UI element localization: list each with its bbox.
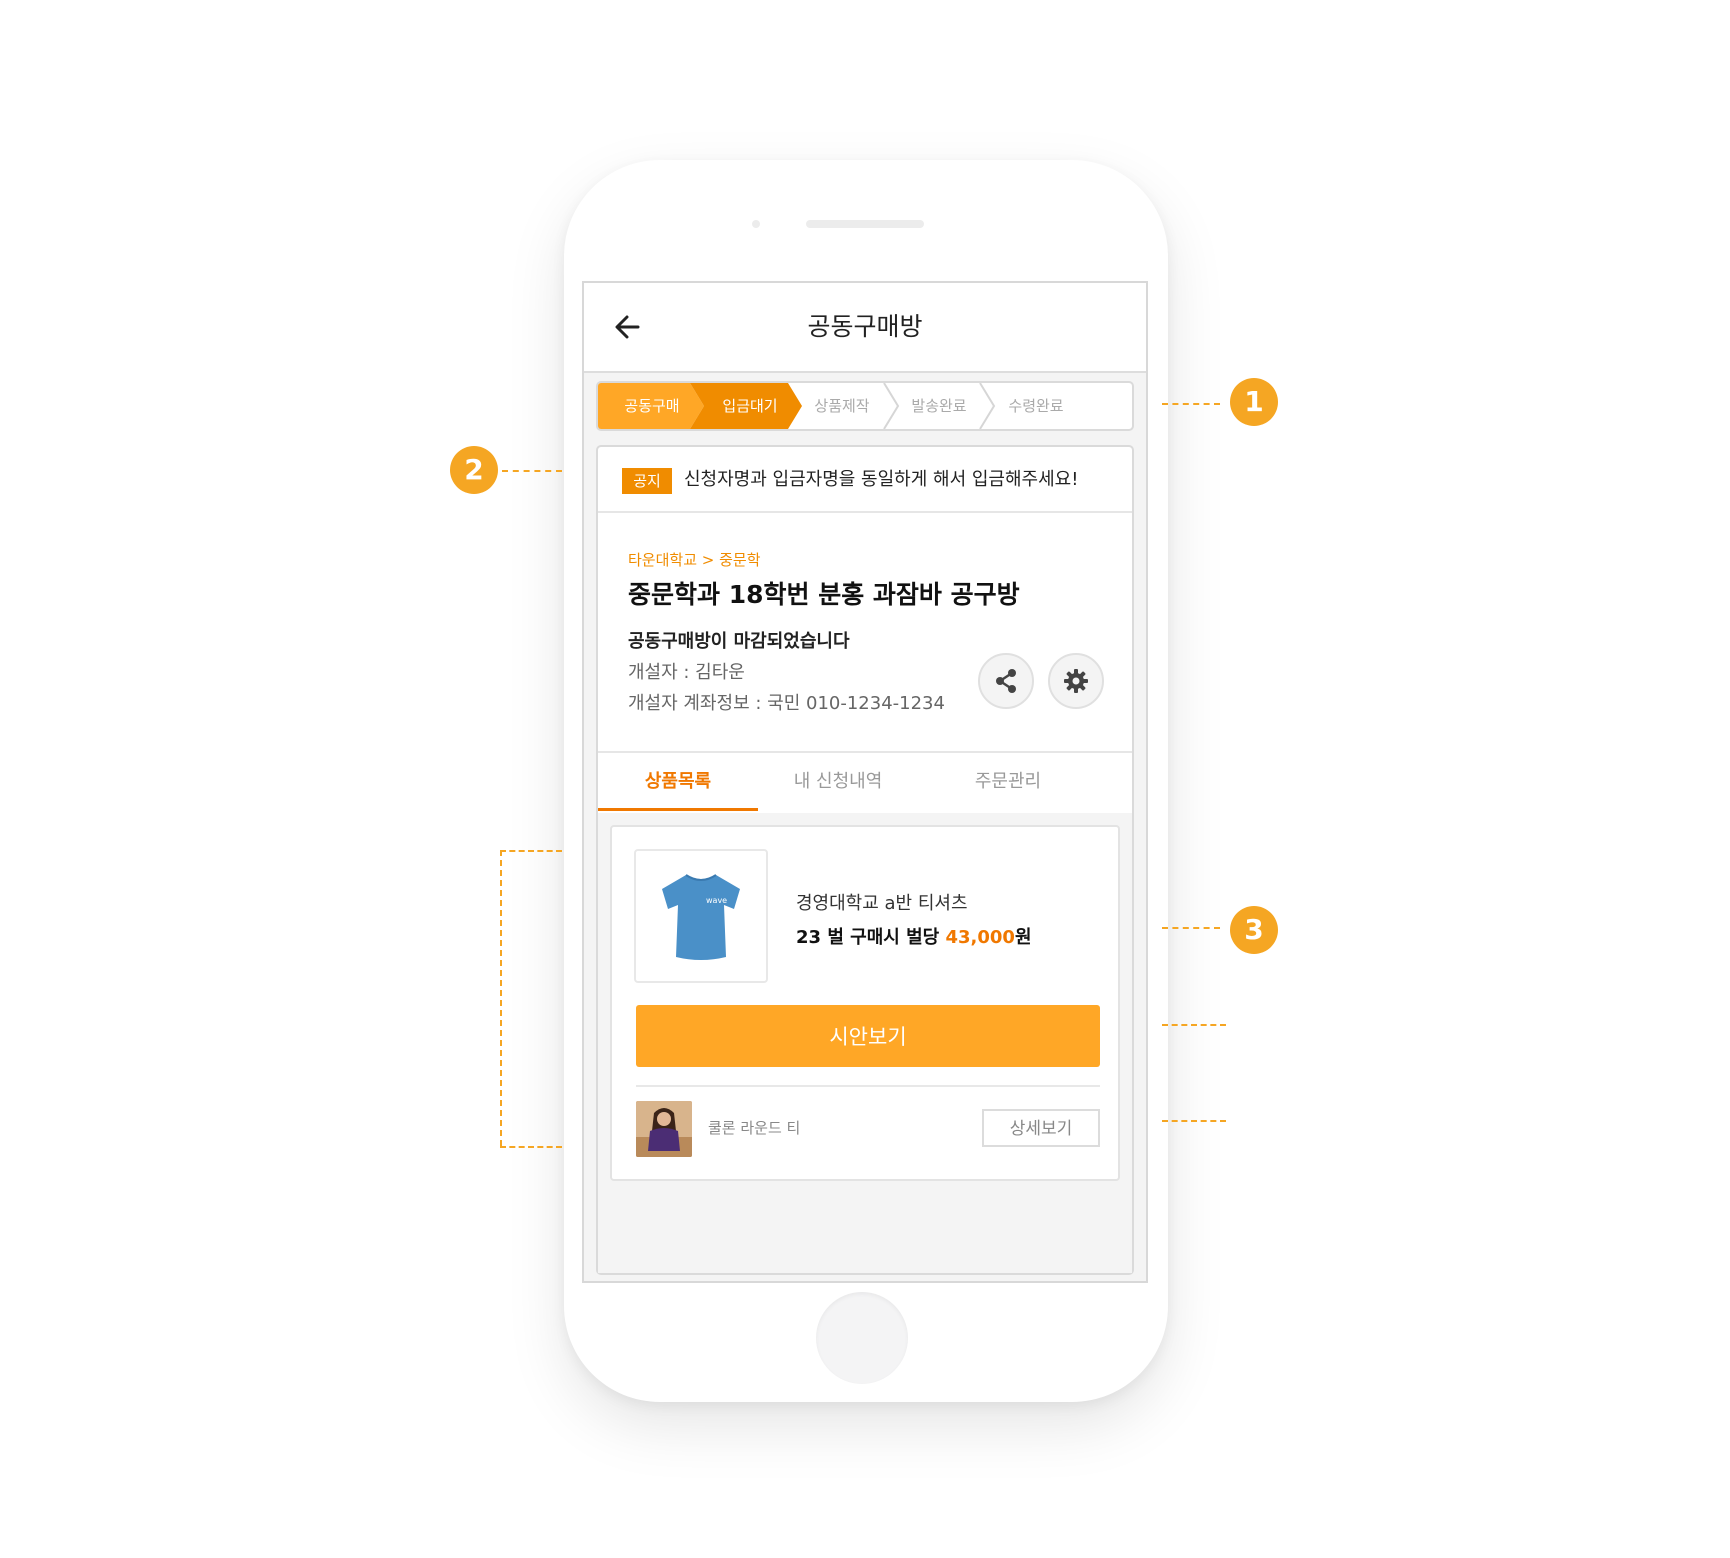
- product-thumbnail[interactable]: wave: [634, 849, 768, 983]
- divider: [636, 1085, 1100, 1087]
- progress-steps: 공동구매 입금대기 상품제작 발송완료 수령완료: [596, 381, 1134, 431]
- step-1-label: 공동구매: [624, 397, 680, 415]
- phone-camera: [752, 220, 760, 228]
- app-screen: 공동구매방 공동구매 입금대기 상품제작 발송완료 수령완료 공지 신청자명과 …: [582, 281, 1148, 1283]
- view-draft-button[interactable]: 시안보기: [636, 1005, 1100, 1067]
- room-status: 공동구매방이 마감되었습니다: [628, 631, 850, 652]
- product-name: 경영대학교 a반 티셔츠: [796, 893, 968, 914]
- annotation-line-3: [1162, 927, 1220, 929]
- breadcrumb[interactable]: 타운대학교 > 중문학: [628, 549, 761, 570]
- notice-bar: 공지 신청자명과 입금자명을 동일하게 해서 입금해주세요!: [598, 447, 1132, 513]
- gear-icon: [1064, 669, 1088, 693]
- product-list: wave 경영대학교 a반 티셔츠 23 벌 구매시 벌당 43,000원 시안…: [598, 813, 1132, 1273]
- tab-product-list[interactable]: 상품목록: [598, 753, 758, 811]
- sub-item-name: 쿨론 라운드 티: [708, 1119, 801, 1137]
- sub-item-thumbnail: [636, 1101, 692, 1157]
- tab-my-requests[interactable]: 내 신청내역: [758, 753, 918, 811]
- step-3-label: 상품제작: [814, 397, 870, 415]
- annotation-marker-3: 3: [1230, 906, 1278, 954]
- room-title: 중문학과 18학번 분홍 과잠바 공구방: [628, 580, 1020, 609]
- shirt-print-text: wave: [706, 896, 727, 905]
- step-4-label: 발송완료: [911, 397, 967, 415]
- settings-button[interactable]: [1048, 653, 1104, 709]
- tab-bar: 상품목록 내 신청내역 주문관리: [598, 751, 1132, 815]
- annotation-marker-2: 2: [450, 446, 498, 494]
- annotation-bracket-side: [500, 850, 502, 1146]
- annotation-bracket-bottom: [500, 1146, 562, 1148]
- back-arrow-icon[interactable]: [612, 311, 644, 343]
- annotation-line-detail: [1162, 1120, 1226, 1122]
- page-title: 공동구매방: [807, 312, 923, 341]
- share-icon: [996, 669, 1016, 693]
- share-button[interactable]: [978, 653, 1034, 709]
- product-card: wave 경영대학교 a반 티셔츠 23 벌 구매시 벌당 43,000원 시안…: [610, 825, 1120, 1181]
- tab-order-management[interactable]: 주문관리: [928, 753, 1088, 811]
- annotation-line-cta: [1162, 1024, 1226, 1026]
- annotation-line-2: [502, 470, 562, 472]
- detail-button[interactable]: 상세보기: [982, 1109, 1100, 1147]
- annotation-bracket-top: [500, 850, 562, 852]
- room-card: 공지 신청자명과 입금자명을 동일하게 해서 입금해주세요! 타운대학교 > 중…: [596, 445, 1134, 1275]
- tshirt-image: wave: [662, 874, 740, 960]
- top-bar: 공동구매방: [584, 283, 1146, 373]
- price-suffix: 원: [1014, 927, 1032, 948]
- price-value: 43,000: [945, 927, 1015, 948]
- annotation-marker-1: 1: [1230, 378, 1278, 426]
- price-prefix: 23 벌 구매시 벌당: [796, 927, 940, 948]
- step-5-label: 수령완료: [1008, 397, 1064, 415]
- notice-text: 신청자명과 입금자명을 동일하게 해서 입금해주세요!: [684, 469, 1079, 490]
- notice-badge: 공지: [622, 468, 672, 494]
- annotation-line-1: [1162, 403, 1220, 405]
- phone-speaker: [806, 220, 924, 228]
- room-account: 개설자 계좌정보 : 국민 010-1234-1234: [628, 693, 945, 714]
- home-button[interactable]: [816, 1292, 908, 1384]
- person-photo: [636, 1101, 692, 1157]
- product-price: 23 벌 구매시 벌당 43,000원: [796, 923, 1032, 949]
- room-creator: 개설자 : 김타운: [628, 662, 745, 683]
